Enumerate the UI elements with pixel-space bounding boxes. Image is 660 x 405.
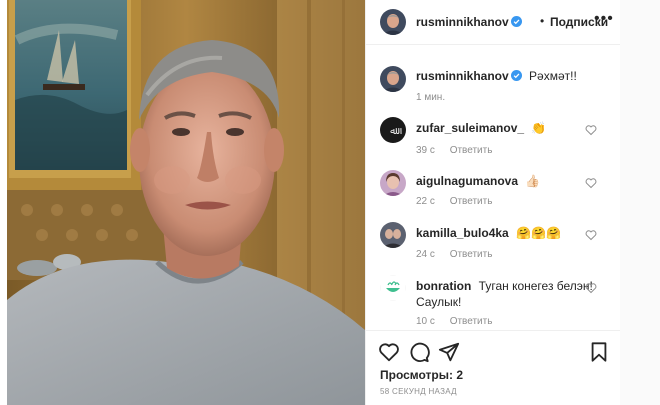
reply-button[interactable]: Ответить	[450, 316, 493, 327]
reply-button[interactable]: Ответить	[450, 249, 493, 260]
post-sidebar: rusminnikhanov • Подписки ••• rusminnikh…	[365, 0, 621, 405]
action-bar: Просмотры: 2 58 СЕКУНД НАЗАД	[366, 330, 621, 405]
commenter-avatar-icon	[380, 222, 406, 248]
send-icon[interactable]	[438, 341, 460, 363]
comment-text: aigulnagumanova 👍🏻	[416, 173, 596, 189]
caption-text: rusminnikhanov Рәхмәт!!	[416, 68, 596, 84]
comment-username[interactable]: bonration	[416, 279, 471, 293]
commenter-avatar[interactable]	[380, 222, 406, 248]
comment-time[interactable]: 10 с	[416, 316, 435, 327]
comment-username[interactable]: kamilla_bulo4ka	[416, 226, 509, 240]
comment-body: 👏	[531, 121, 547, 135]
more-options-icon[interactable]: •••	[594, 10, 614, 28]
heart-icon[interactable]	[378, 341, 400, 363]
comment-meta: 39 с Ответить	[416, 145, 504, 156]
comment-meta: 10 с Ответить	[416, 316, 504, 327]
commenter-avatar[interactable]	[380, 170, 406, 196]
comment-like-heart-icon[interactable]	[585, 177, 597, 189]
comment-time[interactable]: 22 с	[416, 196, 435, 207]
comment-like-heart-icon[interactable]	[585, 282, 597, 294]
commenter-avatar[interactable]	[380, 275, 406, 301]
comment-username[interactable]: zufar_suleimanov_	[416, 121, 524, 135]
commenter-avatar-icon	[380, 275, 406, 301]
caption-meta: 1 мин.	[416, 92, 457, 103]
comment-meta: 24 с Ответить	[416, 249, 504, 260]
caption-username[interactable]: rusminnikhanov	[416, 69, 522, 83]
commenter-avatar[interactable]: ﷲ	[380, 117, 406, 143]
comment-body: 👍🏻	[525, 174, 541, 188]
commenter-avatar-icon: ﷲ	[380, 117, 406, 143]
comment-text: zufar_suleimanov_ 👏	[416, 120, 596, 136]
verified-badge-icon	[510, 70, 522, 81]
comment-icon[interactable]	[408, 341, 430, 363]
commenter-avatar-icon	[380, 170, 406, 196]
bookmark-icon[interactable]	[588, 341, 610, 363]
comment-username[interactable]: aigulnagumanova	[416, 174, 518, 188]
author-avatar-icon	[380, 9, 406, 35]
author-username[interactable]: rusminnikhanov	[416, 15, 522, 29]
comment-text: kamilla_bulo4ka 🤗🤗🤗	[416, 225, 596, 241]
instagram-post: rusminnikhanov • Подписки ••• rusminnikh…	[0, 0, 660, 405]
verified-badge-icon	[510, 16, 522, 27]
caption-body: Рәхмәт!!	[529, 69, 577, 83]
views-count[interactable]: Просмотры: 2	[380, 368, 463, 382]
post-photo[interactable]	[7, 0, 365, 405]
comment-like-heart-icon[interactable]	[585, 229, 597, 241]
separator-dot: •	[540, 14, 545, 28]
comment-body: 🤗🤗🤗	[516, 226, 561, 240]
caption-avatar[interactable]	[380, 66, 406, 92]
post-header: rusminnikhanov • Подписки •••	[366, 0, 621, 45]
caption-time[interactable]: 1 мин.	[416, 92, 445, 103]
post-timestamp[interactable]: 58 СЕКУНД НАЗАД	[380, 387, 457, 396]
reply-button[interactable]: Ответить	[450, 145, 493, 156]
comment-time[interactable]: 24 с	[416, 249, 435, 260]
author-avatar[interactable]	[380, 9, 406, 35]
comment-meta: 22 с Ответить	[416, 196, 504, 207]
selfie-image	[7, 0, 365, 405]
reply-button[interactable]: Ответить	[450, 196, 493, 207]
author-avatar-icon	[380, 66, 406, 92]
page-background	[620, 0, 660, 405]
comment-text: bonration Туган конегез белэн! Саулык!	[416, 278, 596, 310]
comment-time[interactable]: 39 с	[416, 145, 435, 156]
comment-like-heart-icon[interactable]	[585, 124, 597, 136]
